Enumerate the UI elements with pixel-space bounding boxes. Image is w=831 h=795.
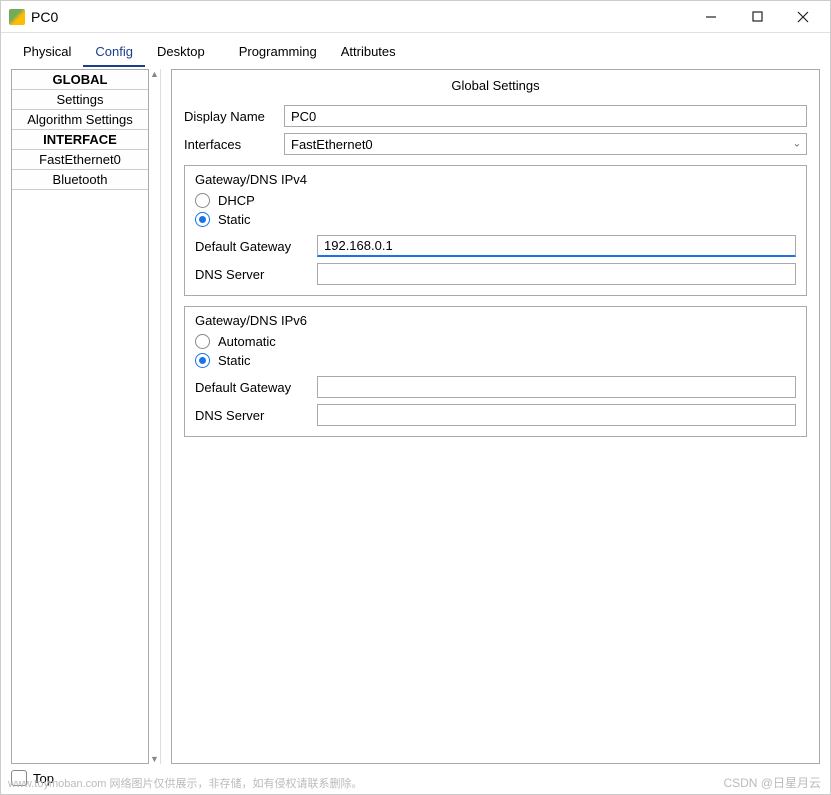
window-title: PC0	[31, 9, 688, 25]
ipv4-dhcp-label: DHCP	[218, 193, 255, 208]
tab-physical[interactable]: Physical	[11, 39, 83, 67]
content-row: GLOBAL Settings Algorithm Settings INTER…	[11, 69, 820, 764]
titlebar: PC0	[1, 1, 830, 33]
groupbox-ipv6: Gateway/DNS IPv6 Automatic Static Defaul…	[184, 306, 807, 437]
scroll-down-icon: ▼	[150, 754, 159, 764]
ipv4-dns-server-label: DNS Server	[195, 267, 317, 282]
sidebar-item-algorithm-settings[interactable]: Algorithm Settings	[12, 110, 148, 130]
tab-attributes[interactable]: Attributes	[329, 39, 408, 67]
minimize-button[interactable]	[688, 2, 734, 32]
tab-config[interactable]: Config	[83, 39, 145, 67]
app-icon	[9, 9, 25, 25]
ipv6-static-radio[interactable]	[195, 353, 210, 368]
sidebar-item-settings[interactable]: Settings	[12, 90, 148, 110]
sidebar-header-global: GLOBAL	[12, 70, 148, 90]
sidebar-item-bluetooth[interactable]: Bluetooth	[12, 170, 148, 190]
ipv6-default-gateway-input[interactable]	[317, 376, 796, 398]
ipv6-automatic-label: Automatic	[218, 334, 276, 349]
sidebar-header-interface: INTERFACE	[12, 130, 148, 150]
panel-title: Global Settings	[172, 70, 819, 101]
ipv4-legend: Gateway/DNS IPv4	[195, 172, 796, 191]
close-button[interactable]	[780, 2, 826, 32]
tab-programming[interactable]: Programming	[227, 39, 329, 67]
scroll-up-icon: ▲	[150, 69, 159, 79]
sidebar-list: GLOBAL Settings Algorithm Settings INTER…	[11, 69, 149, 764]
groupbox-ipv4: Gateway/DNS IPv4 DHCP Static Default Gat…	[184, 165, 807, 296]
top-checkbox[interactable]	[11, 770, 27, 786]
interfaces-label: Interfaces	[184, 137, 284, 152]
ipv6-automatic-radio[interactable]	[195, 334, 210, 349]
tab-desktop[interactable]: Desktop	[145, 39, 217, 67]
sidebar: GLOBAL Settings Algorithm Settings INTER…	[11, 69, 161, 764]
ipv6-dns-server-input[interactable]	[317, 404, 796, 426]
sidebar-scrollbar[interactable]: ▲ ▼	[149, 69, 161, 764]
main-panel: Global Settings Display Name Interfaces …	[171, 69, 820, 764]
ipv6-static-label: Static	[218, 353, 251, 368]
top-label: Top	[33, 771, 54, 786]
ipv6-dns-server-label: DNS Server	[195, 408, 317, 423]
ipv4-dns-server-input[interactable]	[317, 263, 796, 285]
sidebar-item-fastethernet0[interactable]: FastEthernet0	[12, 150, 148, 170]
ipv6-default-gateway-label: Default Gateway	[195, 380, 317, 395]
maximize-button[interactable]	[734, 2, 780, 32]
display-name-input[interactable]	[284, 105, 807, 127]
ipv4-default-gateway-label: Default Gateway	[195, 239, 317, 254]
ipv4-static-label: Static	[218, 212, 251, 227]
ipv6-legend: Gateway/DNS IPv6	[195, 313, 796, 332]
ipv4-default-gateway-input[interactable]	[317, 235, 796, 257]
interfaces-select[interactable]	[284, 133, 807, 155]
ipv4-dhcp-radio[interactable]	[195, 193, 210, 208]
bottom-bar: Top	[1, 764, 830, 794]
ipv4-static-radio[interactable]	[195, 212, 210, 227]
window-body: Physical Config Desktop Programming Attr…	[1, 33, 830, 764]
tabbar: Physical Config Desktop Programming Attr…	[11, 39, 820, 67]
display-name-label: Display Name	[184, 109, 284, 124]
